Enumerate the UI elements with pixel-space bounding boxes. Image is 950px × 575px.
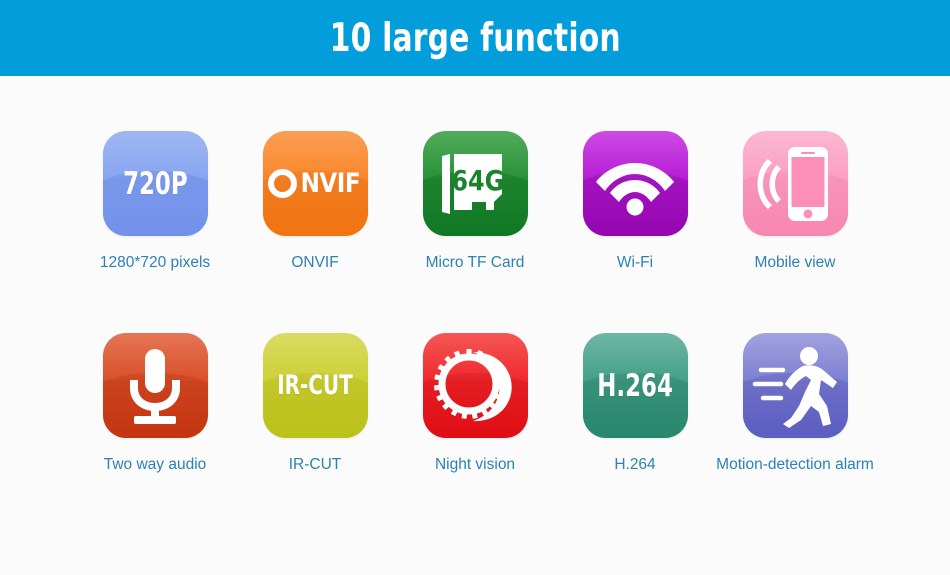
feature-caption-h264: H.264 <box>614 456 656 473</box>
tile-label-h264: H.264 <box>597 367 673 404</box>
tile-artwork <box>583 131 688 236</box>
feature-caption-ir-cut: IR-CUT <box>288 456 342 473</box>
feature-item-onvif[interactable]: NVIF ONVIF <box>262 131 368 331</box>
feature-grid-page: 10 large function 720P 1280*720 pixels N… <box>0 0 950 575</box>
sun-moon-icon[interactable] <box>422 333 528 438</box>
onvif-o-ring-icon <box>268 169 298 198</box>
text-ircut-icon[interactable]: IR-CUT <box>262 333 368 438</box>
tile-label-ircut: IR-CUT <box>277 370 353 401</box>
feature-item-ir-cut[interactable]: IR-CUT IR-CUT <box>262 333 368 533</box>
feature-caption-motion-detection: Motion-detection alarm <box>716 456 874 473</box>
feature-item-motion-detection[interactable]: Motion-detection alarm <box>716 333 874 533</box>
tile-label-720p: 720P <box>122 165 188 202</box>
microsd-card-icon[interactable]: 64G <box>422 131 528 236</box>
microsd-capacity-label: 64G <box>451 165 504 197</box>
feature-caption-tf-card: Micro TF Card <box>425 254 525 271</box>
tile-artwork: 64G <box>423 131 528 236</box>
feature-item-h264[interactable]: H.264 H.264 <box>582 333 688 533</box>
features-row-1: 720P 1280*720 pixels NVIF ONVIF 64G Micr… <box>0 131 950 331</box>
feature-caption-two-way-audio: Two way audio <box>103 456 207 473</box>
phone-with-signal-shape <box>757 146 828 221</box>
feature-caption-mobile-view: Mobile view <box>754 254 836 271</box>
page-header-banner: 10 large function <box>0 0 950 76</box>
tile-artwork <box>103 333 208 438</box>
running-person-icon[interactable] <box>742 333 848 438</box>
onvif-logo-icon[interactable]: NVIF <box>262 131 368 236</box>
features-row-2: Two way audio IR-CUT IR-CUT Night vision… <box>0 333 950 533</box>
microphone-shape <box>130 348 180 424</box>
text-720p-icon[interactable]: 720P <box>102 131 208 236</box>
feature-item-resolution[interactable]: 720P 1280*720 pixels <box>99 131 211 331</box>
page-title: 10 large function <box>329 15 621 61</box>
features-grid: 720P 1280*720 pixels NVIF ONVIF 64G Micr… <box>0 76 950 575</box>
feature-item-two-way-audio[interactable]: Two way audio <box>102 333 208 533</box>
feature-item-wifi[interactable]: Wi-Fi <box>582 131 688 331</box>
sun-and-crescent-shape <box>433 348 512 421</box>
tile-artwork: 720P <box>103 131 208 236</box>
runner-with-motion-lines-shape <box>752 346 837 428</box>
feature-caption-night-vision: Night vision <box>434 456 516 473</box>
mobile-phone-icon[interactable] <box>742 131 848 236</box>
tile-artwork: H.264 <box>583 333 688 438</box>
tile-artwork: NVIF <box>263 131 368 236</box>
tile-artwork <box>743 333 848 438</box>
wifi-arcs-shape <box>596 162 674 215</box>
tile-artwork <box>423 333 528 438</box>
feature-item-mobile-view[interactable]: Mobile view <box>742 131 848 331</box>
feature-item-tf-card[interactable]: 64G Micro TF Card <box>422 131 528 331</box>
onvif-wordmark-text: NVIF <box>300 168 361 199</box>
feature-caption-wifi: Wi-Fi <box>616 254 654 271</box>
microsd-card-shape: 64G <box>442 153 504 214</box>
feature-caption-resolution: 1280*720 pixels <box>99 254 211 271</box>
tile-artwork <box>743 131 848 236</box>
tile-artwork: IR-CUT <box>263 333 368 438</box>
onvif-wordmark: NVIF <box>268 168 362 199</box>
wifi-icon[interactable] <box>582 131 688 236</box>
microphone-icon[interactable] <box>102 333 208 438</box>
text-h264-icon[interactable]: H.264 <box>582 333 688 438</box>
feature-caption-onvif: ONVIF <box>291 254 339 271</box>
feature-item-night-vision[interactable]: Night vision <box>422 333 528 533</box>
